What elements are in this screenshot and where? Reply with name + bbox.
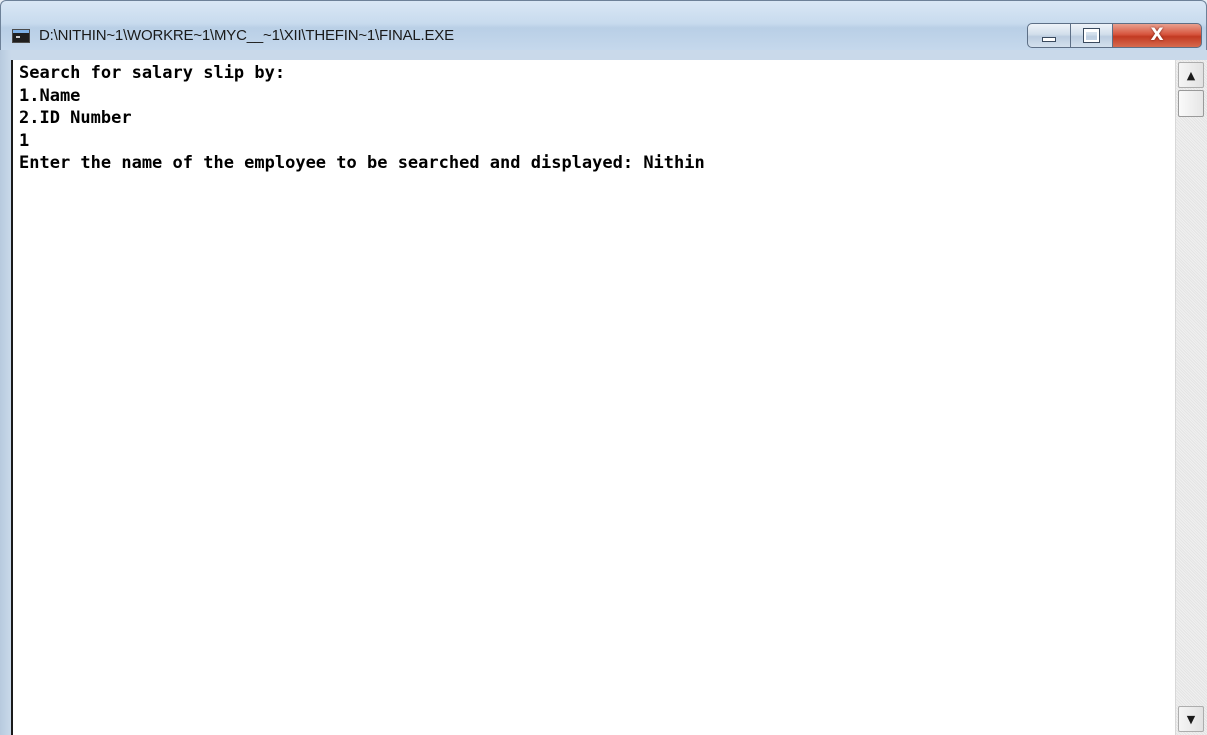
caption-buttons: X [1027, 23, 1202, 48]
window-title: D:\NITHIN~1\WORKRE~1\MYC__~1\XII\THEFIN~… [39, 27, 454, 44]
maximize-button[interactable] [1071, 23, 1113, 48]
console-line: 2.ID Number [19, 108, 132, 129]
console-window: D:\NITHIN~1\WORKRE~1\MYC__~1\XII\THEFIN~… [0, 0, 1207, 735]
console-line: 1 [19, 130, 30, 151]
console-line: 1.Name [19, 85, 81, 106]
minimize-button[interactable] [1027, 23, 1071, 48]
close-icon: X [1150, 25, 1164, 45]
scroll-up-button[interactable]: ▲ [1178, 62, 1204, 88]
console-text: Search for salary slip by: 1.Name 2.ID Num… [19, 62, 705, 175]
scroll-thumb[interactable] [1178, 90, 1204, 117]
window-frame-top [0, 50, 1207, 60]
console-line: Search for salary slip by: [19, 63, 286, 83]
scroll-up-arrow-icon: ▲ [1186, 68, 1196, 82]
console-output-area[interactable]: Search for salary slip by: 1.Name 2.ID Num… [11, 60, 1207, 735]
vertical-scrollbar[interactable]: ▲ ▼ [1175, 60, 1207, 735]
window-frame-left [0, 50, 11, 735]
title-bar[interactable]: D:\NITHIN~1\WORKRE~1\MYC__~1\XII\THEFIN~… [0, 0, 1207, 50]
scroll-down-button[interactable]: ▼ [1178, 706, 1204, 732]
minimize-icon [1042, 37, 1056, 42]
console-line: Enter the name of the employee to be sea… [19, 153, 705, 174]
scroll-down-arrow-icon: ▼ [1186, 712, 1196, 726]
maximize-icon [1083, 28, 1100, 43]
close-button[interactable]: X [1113, 23, 1202, 48]
console-app-icon[interactable] [12, 29, 30, 43]
